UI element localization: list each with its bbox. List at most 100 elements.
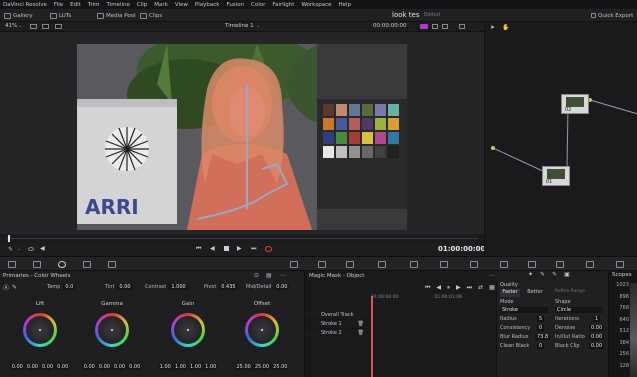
skip-start-icon[interactable]: ⏮ (196, 245, 201, 253)
menu-fusion[interactable]: Fusion (226, 2, 244, 8)
picker-icon[interactable]: ✎ (12, 284, 17, 291)
menu-help[interactable]: Help (339, 2, 352, 8)
chevron-down-icon[interactable]: ⌄ (17, 246, 21, 252)
node-02[interactable]: 02 (561, 94, 589, 114)
split-view-icon[interactable] (42, 24, 49, 29)
quality-tab-faster[interactable]: Faster (500, 289, 520, 297)
pause-icon[interactable]: ⏸ (447, 284, 450, 292)
track-backward-icon[interactable]: ⏮ (425, 284, 430, 292)
lift-wheel[interactable] (23, 313, 57, 347)
lift-value-b[interactable]: 0.00 (56, 364, 70, 370)
viewer-timecode[interactable]: 00:00:00:00 (373, 23, 407, 29)
contrast-control[interactable]: Contrast 1.000 (145, 284, 188, 290)
camera-raw-icon[interactable] (8, 261, 16, 268)
tint-control[interactable]: Tint 0.00 (105, 284, 133, 290)
color-warper-icon[interactable] (318, 261, 326, 268)
node-editor[interactable]: ➤ ✋ 02 01 (484, 22, 637, 256)
wheels-mode-icon[interactable]: ▤ (266, 272, 272, 279)
gamma-value-master[interactable]: 0.00 (82, 364, 96, 370)
middetail-control[interactable]: Mid/Detail 0.00 (246, 284, 290, 290)
mm-playhead[interactable] (371, 296, 373, 377)
menu-workspace[interactable]: Workspace (301, 2, 331, 8)
gamma-wheel[interactable] (95, 313, 129, 347)
clean-black-value[interactable]: 0 (537, 343, 545, 349)
track-reverse-icon[interactable]: ◀ (436, 284, 441, 292)
clip-icon[interactable]: ▦ (489, 284, 495, 292)
inout-ratio-value[interactable]: 0.00 (589, 334, 605, 340)
menu-app-name[interactable]: DaVinci Resolve (3, 2, 47, 8)
menu-clip[interactable]: Clip (137, 2, 147, 8)
track-end-icon[interactable]: ⏭ (467, 284, 472, 292)
track-forward-icon[interactable]: ▶ (456, 284, 461, 292)
menu-mark[interactable]: Mark (154, 2, 168, 8)
black-clip-value[interactable]: 0.00 (589, 343, 605, 349)
tint-value[interactable]: 0.00 (117, 284, 133, 290)
more-options-icon[interactable]: ⋯ (280, 272, 286, 279)
pivot-value[interactable]: 0.435 (219, 284, 238, 290)
window-icon[interactable] (378, 261, 386, 268)
media-pool-button[interactable]: Media Pool (97, 11, 136, 20)
menu-fairlight[interactable]: Fairlight (272, 2, 294, 8)
scrub-bar[interactable] (0, 234, 484, 243)
color-wheels-icon[interactable] (58, 261, 66, 268)
consistency-value[interactable]: 0 (537, 325, 545, 331)
blur-radius-value[interactable]: 73.8 (535, 334, 551, 340)
tracker-icon[interactable] (410, 261, 418, 268)
color-match-icon[interactable] (33, 261, 41, 268)
temp-value[interactable]: 0.0 (63, 284, 76, 290)
refine-range-label[interactable]: Refine Range (555, 289, 585, 294)
timeline-chevron-icon[interactable]: ⌄ (256, 23, 260, 29)
delete-stroke-1-icon[interactable]: 🗑 (358, 321, 364, 327)
stroke-1-track[interactable]: Stroke 1 🗑 (305, 320, 367, 329)
gamma-value-g[interactable]: 0.00 (113, 364, 127, 370)
qualifier-icon[interactable] (346, 261, 354, 268)
blur-icon[interactable] (470, 261, 478, 268)
reset-icon[interactable]: ⊙ (254, 272, 259, 279)
options-icon[interactable] (459, 24, 465, 29)
stroke-add-icon[interactable]: ✎ (540, 271, 545, 278)
offset-value-g[interactable]: 25.00 (253, 364, 271, 370)
luts-button[interactable]: LUTs (50, 11, 71, 20)
magic-mask-icon[interactable] (440, 261, 448, 268)
menu-edit[interactable]: Edit (70, 2, 81, 8)
speaker-icon[interactable]: ◀ (40, 245, 45, 252)
wand-icon[interactable]: ✦ (528, 271, 533, 278)
wipe-icon[interactable] (55, 24, 62, 29)
timeline-name[interactable]: Timeline 1 (225, 23, 254, 29)
fullscreen-icon[interactable] (432, 24, 438, 29)
quality-tab-better[interactable]: Better (525, 289, 545, 297)
gain-value-b[interactable]: 1.00 (204, 364, 218, 370)
gain-value-r[interactable]: 1.00 (173, 364, 187, 370)
gain-value-master[interactable]: 1.00 (158, 364, 172, 370)
menu-playback[interactable]: Playback (195, 2, 220, 8)
quick-export-button[interactable]: Quick Export (591, 11, 633, 20)
skip-end-icon[interactable]: ⏭ (251, 245, 256, 253)
menu-trim[interactable]: Trim (88, 2, 100, 8)
zoom-level[interactable]: 41% (5, 23, 17, 29)
offset-value-r[interactable]: 25.00 (235, 364, 252, 370)
play-icon[interactable]: ▶ (237, 245, 242, 252)
highlight-mode-icon[interactable] (420, 24, 428, 29)
contrast-value[interactable]: 1.000 (169, 284, 188, 290)
radius-value[interactable]: 5 (537, 316, 545, 322)
delete-stroke-2-icon[interactable]: 🗑 (358, 330, 364, 336)
mm-options-icon[interactable]: ⋯ (489, 272, 495, 279)
3d-icon[interactable] (556, 261, 564, 268)
rgb-mixer-icon[interactable] (83, 261, 91, 268)
lift-value-g[interactable]: 0.00 (41, 364, 55, 370)
motion-effects-icon[interactable] (108, 261, 116, 268)
loop-playback-icon[interactable] (265, 246, 272, 252)
video-frame[interactable]: ARRI (77, 44, 407, 230)
scrub-track[interactable] (6, 238, 478, 239)
offset-value-b[interactable]: 25.00 (272, 364, 289, 370)
pen-icon[interactable]: ✎ (8, 246, 13, 253)
shape-select[interactable]: Circle (555, 307, 603, 313)
menu-color[interactable]: Color (251, 2, 265, 8)
key-icon[interactable] (500, 261, 508, 268)
stroke-2-track[interactable]: Stroke 2 🗑 (305, 329, 367, 338)
playhead[interactable] (8, 235, 10, 242)
denoise-value[interactable]: 0.00 (589, 325, 605, 331)
lift-value-master[interactable]: 0.00 (10, 364, 24, 370)
info-icon[interactable] (616, 261, 624, 268)
view-mode-icon[interactable] (30, 24, 37, 29)
